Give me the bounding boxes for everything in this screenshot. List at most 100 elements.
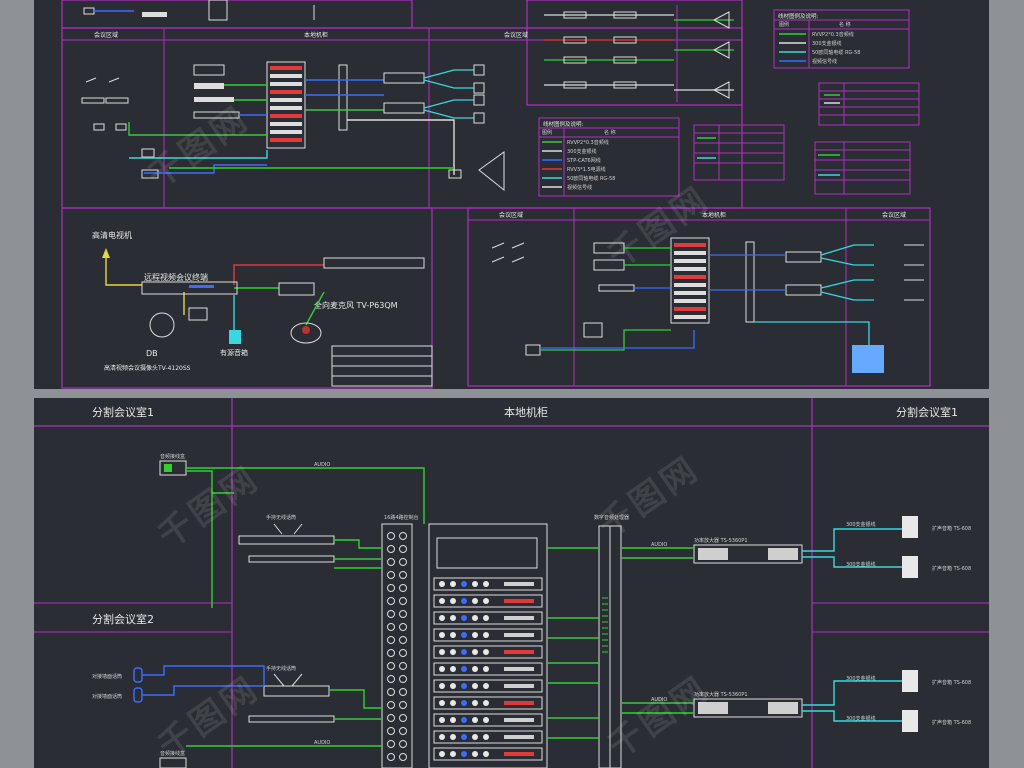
bottom-sheet: 分割会议室1 本地机柜 分割会议室1 分割会议室2 音频接线盒 音频接线盒 对接… [34, 398, 989, 768]
channel-knob [450, 700, 456, 706]
channel-knob [483, 649, 489, 655]
connector-jack [387, 727, 395, 735]
connector-jack [387, 597, 395, 605]
speaker-label: 有源音箱 [220, 348, 248, 357]
section-a-left-header: 会议区域 [94, 31, 118, 39]
connector-jack [387, 662, 395, 670]
legend-b-row-4: RVV3*1.5电源线 [567, 166, 606, 173]
bottom-left-header: 分割会议室1 [92, 405, 154, 419]
channel-fader [504, 650, 534, 654]
rack-slot [674, 307, 706, 311]
legend-b-title: 线材图例及说明: [543, 120, 584, 128]
channel-knob [439, 632, 445, 638]
connector-jack [387, 558, 395, 566]
rack-slot [674, 315, 706, 319]
rack-slot [270, 130, 302, 134]
channel-knob [461, 734, 467, 740]
channel-knob [483, 666, 489, 672]
rack-slot [270, 90, 302, 94]
channel-knob [439, 683, 445, 689]
connector-jack [387, 688, 395, 696]
channel-fader [504, 599, 534, 603]
channel-fader [504, 718, 534, 722]
speaker-1-label: 扩声音箱 TS-608 [932, 525, 971, 532]
tv-label: 高清电视机 [92, 230, 132, 240]
connector-jack [399, 545, 407, 553]
connector-jack [399, 571, 407, 579]
channel-knob [461, 615, 467, 621]
channel-knob [461, 751, 467, 757]
section-d-left-header: 会议区域 [499, 211, 523, 219]
bottom-diagram: 分割会议室1 本地机柜 分割会议室1 分割会议室2 音频接线盒 音频接线盒 对接… [34, 398, 989, 768]
bottom-right-header: 分割会议室1 [896, 405, 958, 419]
rack-slot [270, 82, 302, 86]
wire-label-1: AUDIO [314, 462, 330, 468]
rack-label: 16路4路控制台 [384, 514, 419, 521]
connector-jack [399, 688, 407, 696]
connector-jack [399, 584, 407, 592]
channel-knob [472, 683, 478, 689]
legend-b: 线材图例及说明: 图例 名 称 RVVP2*0.3音频线 300支金银线 STP… [538, 117, 680, 197]
connector-jack [399, 649, 407, 657]
channel-fader [504, 582, 534, 586]
channel-knob [483, 683, 489, 689]
rack-slot [270, 74, 302, 78]
connector-jack [399, 714, 407, 722]
connector-jack [399, 727, 407, 735]
wireless-mic-unit-1: 手持无线话筒 [238, 514, 335, 563]
amplifier-1: 功率放大器 TS-5360P1 [693, 537, 803, 564]
amplifier-2: 功率放大器 TS-5360P1 [693, 691, 803, 718]
rack-slot [270, 138, 302, 142]
legend-b-col-icon: 图例 [542, 129, 552, 136]
legend-a-row-4: 视频信号线 [812, 58, 837, 65]
rack-slot [674, 275, 706, 279]
connector-jack [399, 753, 407, 761]
channel-knob [439, 598, 445, 604]
channel-knob [461, 666, 467, 672]
rack-slot [270, 98, 302, 102]
channel-knob [439, 734, 445, 740]
wall-panel-2-label: 音频接线盒 [160, 750, 185, 757]
rack-slot [674, 267, 706, 271]
connector-jack [399, 532, 407, 540]
connector-jack [387, 701, 395, 709]
connector-jack [387, 584, 395, 592]
legend-b-row-6: 视频信号线 [567, 184, 592, 191]
channel-fader [504, 735, 534, 739]
connector-jack [399, 558, 407, 566]
channel-knob [483, 615, 489, 621]
connector-jack [387, 753, 395, 761]
channel-knob [461, 649, 467, 655]
amp-1-label: 功率放大器 TS-5360P1 [694, 537, 748, 544]
channel-knob [461, 598, 467, 604]
legend-b-row-2: 300支金银线 [567, 148, 597, 155]
channel-knob [450, 615, 456, 621]
channel-knob [472, 700, 478, 706]
wireless-mic-1-label: 手持无线话筒 [266, 514, 296, 521]
connector-jack [387, 545, 395, 553]
channel-fader [504, 616, 534, 620]
channel-knob [439, 649, 445, 655]
rack-slot [270, 122, 302, 126]
channel-fader [504, 667, 534, 671]
channel-knob [450, 734, 456, 740]
speakers: 扩声音箱 TS-608 扩声音箱 TS-608 扩声音箱 TS-608 扩声音箱… [846, 516, 971, 732]
mic-label: 全向麦克风 TV-P63QM [314, 300, 398, 310]
channel-knob [439, 615, 445, 621]
channel-knob [472, 734, 478, 740]
legend-b-row-3: STP-CAT6网线 [567, 157, 601, 164]
channel-knob [483, 581, 489, 587]
legend-a-row-2: 300支金银线 [812, 40, 842, 47]
legend-a: 线材图例及说明: 图例 名 称 RVVP2*0.3音频线 300支金银线 50欧… [773, 9, 910, 69]
connector-jack [387, 571, 395, 579]
section-a-mid-header: 本地机柜 [304, 31, 328, 39]
channel-knob [461, 717, 467, 723]
channel-knob [450, 632, 456, 638]
rack-slot [674, 299, 706, 303]
connector-jack [387, 623, 395, 631]
wireless-mic-unit-2: 手持无线话筒 [248, 665, 335, 723]
connector-jack [387, 532, 395, 540]
top-sheet: 会议区域 本地机柜 会议区域 线材图例及说明: 图例 名 称 RVVP2*0.3… [34, 0, 989, 389]
channel-knob [472, 649, 478, 655]
amp-2-label: 功率放大器 TS-5360P1 [694, 691, 748, 698]
